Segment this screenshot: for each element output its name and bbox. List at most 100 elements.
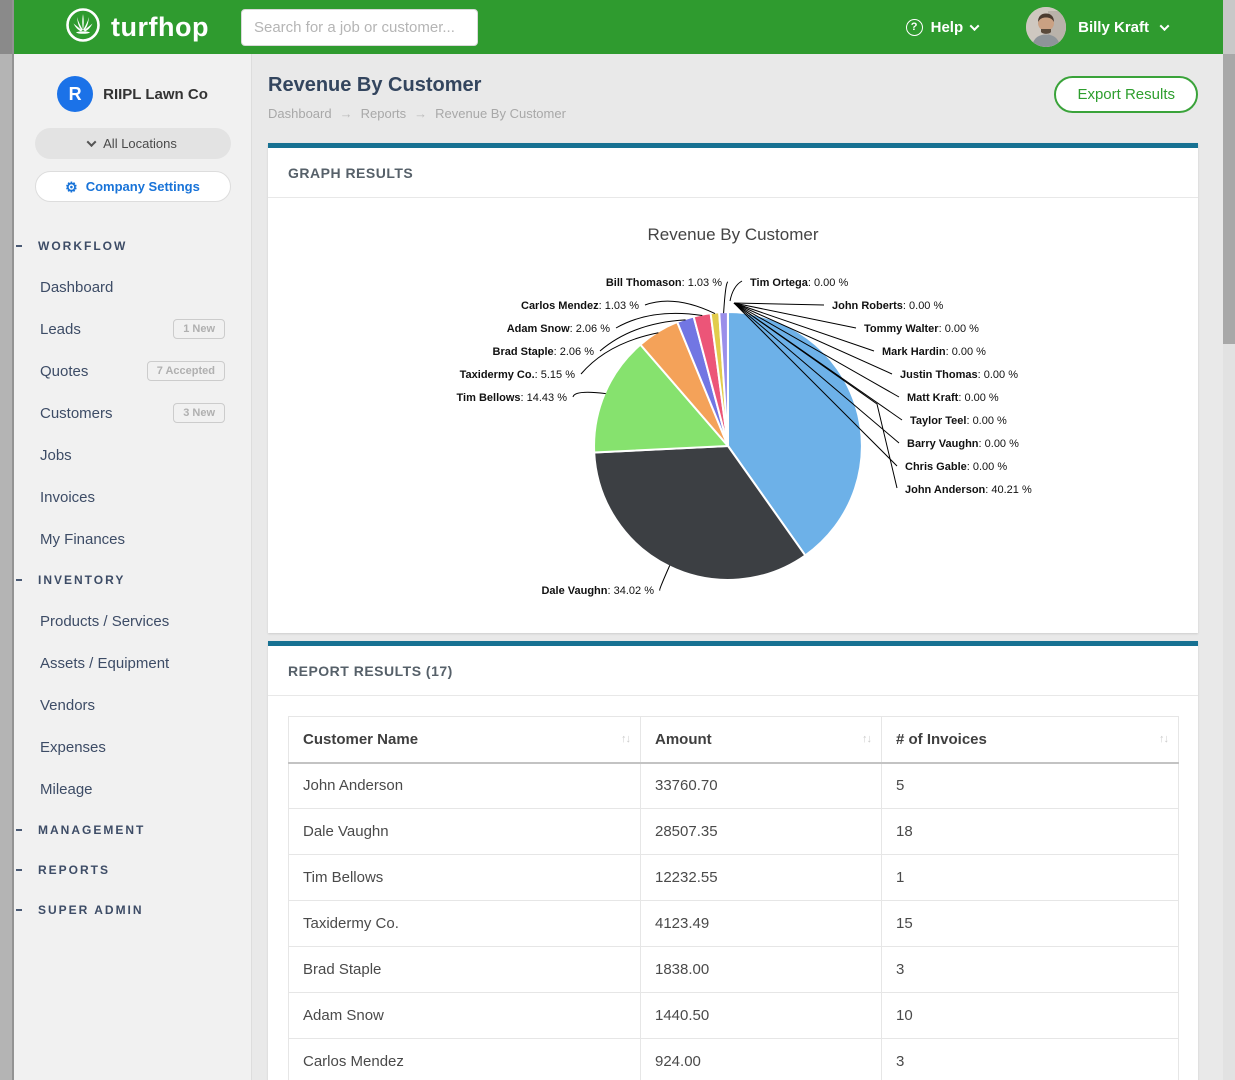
avatar xyxy=(1026,7,1066,47)
pie-label-tommy-walter: Tommy Walter: 0.00 % xyxy=(864,323,979,335)
left-gutter-scrollbar[interactable] xyxy=(0,0,14,1080)
export-results-button[interactable]: Export Results xyxy=(1054,76,1198,113)
sidebar-item-dashboard[interactable]: Dashboard xyxy=(14,266,251,308)
sidebar-item-label: Leads xyxy=(40,321,81,338)
sidebar-item-assets-equipment[interactable]: Assets / Equipment xyxy=(14,642,251,684)
sidebar-item-invoices[interactable]: Invoices xyxy=(14,476,251,518)
table-cell: Dale Vaughn xyxy=(289,809,641,855)
section-label: INVENTORY xyxy=(38,573,125,587)
pie-label-carlos-mendez: Carlos Mendez: 1.03 % xyxy=(521,300,639,312)
breadcrumb: Dashboard → Reports → Revenue By Customer xyxy=(268,106,1198,121)
sidebar-section-inventory[interactable]: INVENTORY xyxy=(14,560,251,600)
section-label: SUPER ADMIN xyxy=(38,903,144,917)
section-dashes-icon xyxy=(14,869,22,871)
sidebar-item-mileage[interactable]: Mileage xyxy=(14,768,251,810)
pie-label-brad-staple: Brad Staple: 2.06 % xyxy=(493,346,595,358)
search-input[interactable] xyxy=(241,9,478,46)
table-row: Taxidermy Co.4123.4915 xyxy=(289,901,1179,947)
scrollbar-thumb[interactable] xyxy=(1223,54,1235,344)
column-label: Customer Name xyxy=(303,731,418,748)
column-header-customer-name[interactable]: Customer Name ↑↓ xyxy=(289,717,641,763)
brand-logo[interactable]: turfhop xyxy=(64,6,209,49)
column-label: # of Invoices xyxy=(896,731,987,748)
table-cell: 5 xyxy=(882,763,1179,809)
graph-results-header: GRAPH RESULTS xyxy=(268,148,1198,198)
pie-label-tim-ortega: Tim Ortega: 0.00 % xyxy=(750,277,848,289)
gear-icon: ⚙ xyxy=(65,180,78,194)
pie-callout-line xyxy=(573,392,606,397)
table-cell: Taxidermy Co. xyxy=(289,901,641,947)
sidebar-item-label: Assets / Equipment xyxy=(40,655,169,672)
section-dashes-icon xyxy=(14,245,22,247)
pie-label-chris-gable: Chris Gable: 0.00 % xyxy=(905,461,1007,473)
table-cell: Adam Snow xyxy=(289,993,641,1039)
sidebar-item-label: Dashboard xyxy=(40,279,113,296)
company-name: RIIPL Lawn Co xyxy=(103,86,208,103)
all-locations-dropdown[interactable]: All Locations xyxy=(35,128,231,159)
status-badge: 1 New xyxy=(173,319,225,339)
table-cell: 1440.50 xyxy=(641,993,882,1039)
section-dashes-icon xyxy=(14,579,22,581)
sidebar-item-label: Customers xyxy=(40,405,113,422)
sort-arrows-icon: ↑↓ xyxy=(621,733,630,745)
breadcrumb-item-dashboard[interactable]: Dashboard xyxy=(268,106,332,121)
sidebar-item-jobs[interactable]: Jobs xyxy=(14,434,251,476)
table-cell: 10 xyxy=(882,993,1179,1039)
sidebar-section-management[interactable]: MANAGEMENT xyxy=(14,810,251,850)
table-cell: 33760.70 xyxy=(641,763,882,809)
sidebar-item-my-finances[interactable]: My Finances xyxy=(14,518,251,560)
pie-callout-line xyxy=(645,301,715,313)
sidebar-section-workflow[interactable]: WORKFLOW xyxy=(14,226,251,266)
company-settings-label: Company Settings xyxy=(86,179,200,194)
table-row: Dale Vaughn28507.3518 xyxy=(289,809,1179,855)
status-badge: 3 New xyxy=(173,403,225,423)
right-scrollbar[interactable] xyxy=(1223,0,1235,1080)
table-cell: 12232.55 xyxy=(641,855,882,901)
sidebar-item-customers[interactable]: Customers 3 New xyxy=(14,392,251,434)
column-label: Amount xyxy=(655,731,712,748)
sidebar-item-label: Invoices xyxy=(40,489,95,506)
graph-results-panel: GRAPH RESULTS Revenue By CustomerJohn An… xyxy=(268,143,1198,633)
table-cell: 3 xyxy=(882,947,1179,993)
sidebar-item-leads[interactable]: Leads 1 New xyxy=(14,308,251,350)
table-row: John Anderson33760.705 xyxy=(289,763,1179,809)
table-cell: 18 xyxy=(882,809,1179,855)
sidebar-item-quotes[interactable]: Quotes7 Accepted xyxy=(14,350,251,392)
table-cell: 3 xyxy=(882,1039,1179,1080)
sidebar-item-products-services[interactable]: Products / Services xyxy=(14,600,251,642)
chevron-down-icon xyxy=(970,21,980,31)
sort-arrows-icon: ↑↓ xyxy=(1159,733,1168,745)
help-menu[interactable]: ? Help xyxy=(906,19,979,36)
sidebar-section-super-admin[interactable]: SUPER ADMIN xyxy=(14,890,251,930)
report-table: Customer Name ↑↓ Amount↑↓ # of Invoices ↑↓ J… xyxy=(288,716,1179,1080)
breadcrumb-item-revenue-by-customer: Revenue By Customer xyxy=(435,106,566,121)
revenue-pie-chart: Revenue By CustomerJohn Anderson: 40.21 … xyxy=(268,198,1198,633)
chevron-down-icon xyxy=(1160,21,1170,31)
sidebar-nav: WORKFLOW Dashboard Leads 1 New Quotes7 Accep… xyxy=(14,226,251,930)
sidebar-item-vendors[interactable]: Vendors xyxy=(14,684,251,726)
help-label: Help xyxy=(931,19,964,36)
table-cell: 28507.35 xyxy=(641,809,882,855)
table-cell: 15 xyxy=(882,901,1179,947)
scrollbar-track-cap xyxy=(1223,0,1235,54)
section-dashes-icon xyxy=(14,909,22,911)
sidebar-item-label: Products / Services xyxy=(40,613,169,630)
company-settings-button[interactable]: ⚙ Company Settings xyxy=(35,171,231,202)
sidebar-item-expenses[interactable]: Expenses xyxy=(14,726,251,768)
company-header: R RIIPL Lawn Co xyxy=(14,76,251,112)
breadcrumb-arrow-icon: → xyxy=(414,106,427,121)
pie-label-bill-thomason: Bill Thomason: 1.03 % xyxy=(606,277,722,289)
help-icon: ? xyxy=(906,19,923,36)
breadcrumb-arrow-icon: → xyxy=(340,106,353,121)
all-locations-label: All Locations xyxy=(103,136,177,151)
breadcrumb-item-reports[interactable]: Reports xyxy=(361,106,407,121)
pie-label-taylor-teel: Taylor Teel: 0.00 % xyxy=(910,415,1007,427)
user-menu[interactable]: Billy Kraft xyxy=(1026,7,1168,47)
top-header: turfhop ? Help xyxy=(14,0,1223,54)
table-row: Carlos Mendez924.003 xyxy=(289,1039,1179,1080)
pie-label-taxidermy-co-: Taxidermy Co.: 5.15 % xyxy=(460,369,576,381)
pie-label-mark-hardin: Mark Hardin: 0.00 % xyxy=(882,346,986,358)
column-header-amount[interactable]: Amount↑↓ xyxy=(641,717,882,763)
sidebar-section-reports[interactable]: REPORTS xyxy=(14,850,251,890)
column-header--of-invoices[interactable]: # of Invoices ↑↓ xyxy=(882,717,1179,763)
